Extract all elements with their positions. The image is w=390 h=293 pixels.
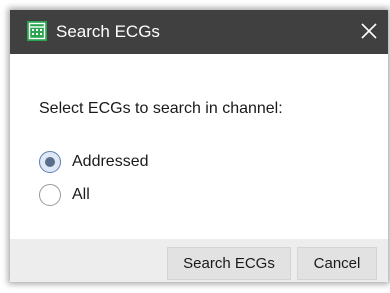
grid-calendar-icon [27,21,47,41]
close-button[interactable] [348,10,388,54]
close-icon [361,23,377,39]
dialog-footer: Search ECGs Cancel [10,239,388,282]
radio-label-all: All [72,186,90,203]
radio-button-addressed[interactable] [39,151,61,173]
search-ecgs-dialog: Search ECGs Select ECGs to search in cha… [10,10,388,282]
dialog-title: Search ECGs [56,22,160,41]
radio-button-all[interactable] [39,184,61,206]
cancel-button[interactable]: Cancel [297,247,377,280]
radio-label-addressed: Addressed [72,153,149,170]
dialog-content: Select ECGs to search in channel: Addres… [10,54,388,239]
prompt-label: Select ECGs to search in channel: [39,100,283,117]
title-bar[interactable]: Search ECGs [10,10,388,54]
search-ecgs-button[interactable]: Search ECGs [167,247,291,280]
